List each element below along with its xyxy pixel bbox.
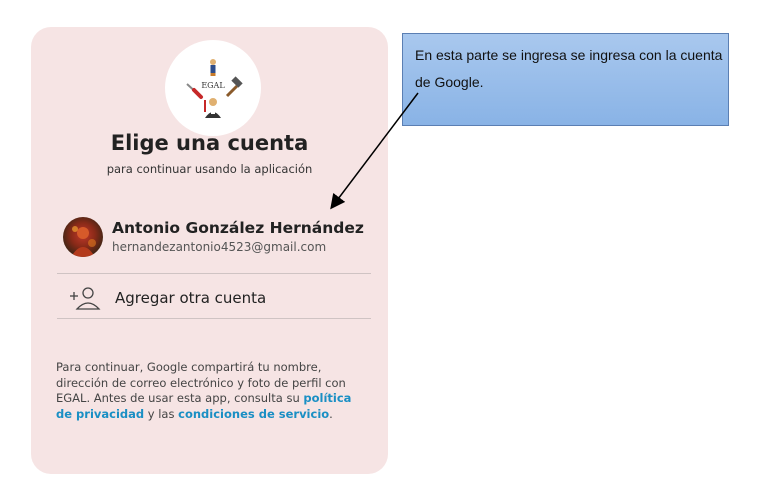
annotation-arrow (330, 92, 419, 210)
